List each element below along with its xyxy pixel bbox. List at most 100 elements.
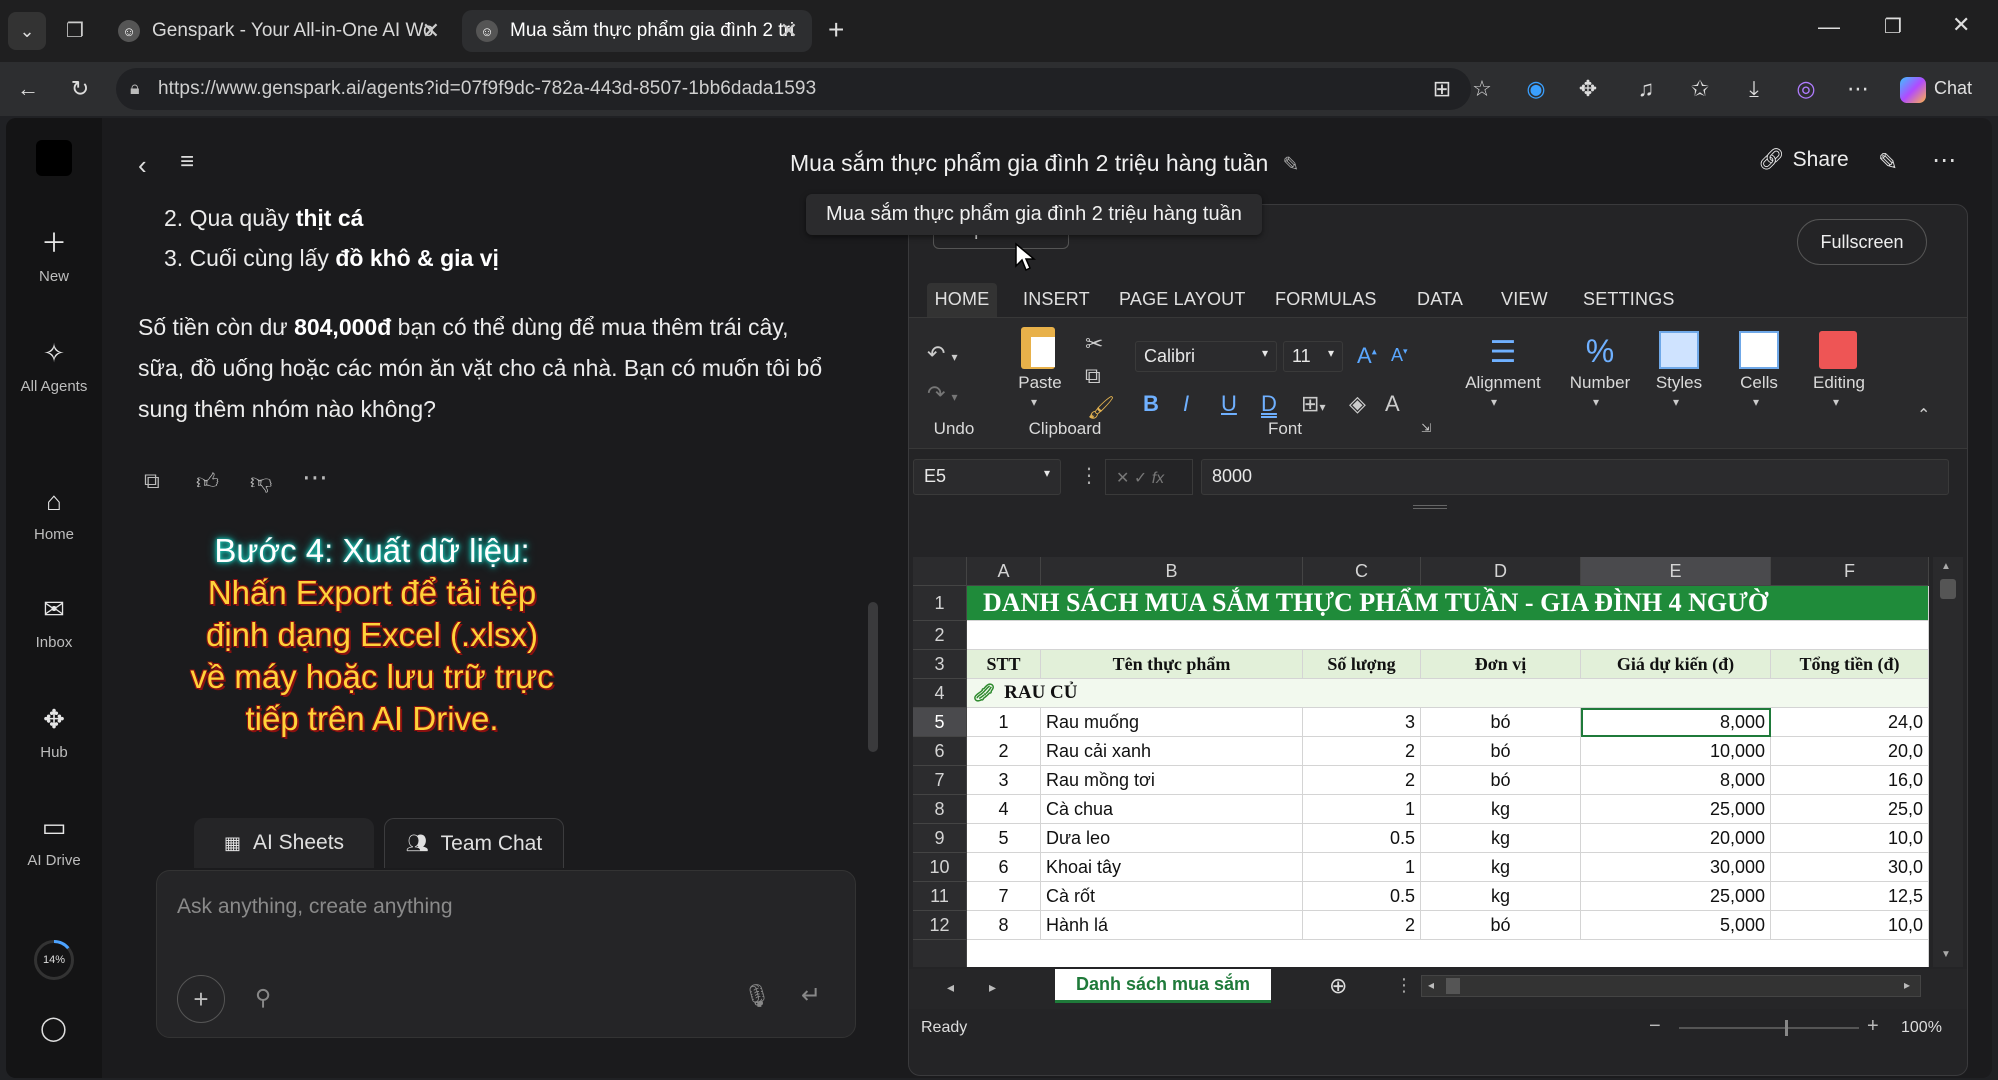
paste-button[interactable]: Paste bbox=[1015, 373, 1065, 393]
table-cell[interactable]: Rau muống bbox=[1041, 708, 1303, 737]
number-button[interactable]: Number bbox=[1563, 373, 1637, 393]
menu-icon[interactable]: ≡ bbox=[180, 148, 194, 176]
rail-item-home[interactable]: ⌂ Home bbox=[6, 484, 102, 543]
editing-icon[interactable] bbox=[1819, 331, 1857, 369]
table-cell[interactable]: 30,0 bbox=[1771, 853, 1929, 882]
row-header[interactable]: 10 bbox=[913, 853, 967, 882]
zoom-slider[interactable] bbox=[1679, 1020, 1859, 1036]
ribbon-tab-formulas[interactable]: FORMULAS bbox=[1275, 289, 1377, 310]
paste-icon[interactable] bbox=[1021, 327, 1055, 369]
table-cell[interactable]: 0.5 bbox=[1303, 882, 1421, 911]
percent-icon[interactable]: % bbox=[1563, 333, 1637, 370]
restore-button[interactable]: ❐ bbox=[1884, 14, 1902, 39]
chat-input-placeholder[interactable]: Ask anything, create anything bbox=[177, 895, 453, 919]
table-cell[interactable]: 8,000 bbox=[1581, 766, 1771, 795]
spreadsheet-grid[interactable]: A B C D E F 1 DANH SÁCH MUA SẮM THỰC PHẨ… bbox=[913, 557, 1929, 967]
table-cell[interactable]: 0.5 bbox=[1303, 824, 1421, 853]
increase-font-icon[interactable]: A▴ bbox=[1357, 343, 1377, 369]
tab-shopping[interactable]: ☺ Mua sắm thực phẩm gia đình 2 tri ✕ bbox=[462, 10, 812, 52]
table-cell[interactable]: bó bbox=[1421, 708, 1581, 737]
number-dropdown-icon[interactable]: ▾ bbox=[1593, 395, 1599, 409]
table-cell[interactable]: 25,000 bbox=[1581, 795, 1771, 824]
cells-icon[interactable] bbox=[1739, 331, 1779, 369]
add-sheet-icon[interactable]: ⊕ bbox=[1329, 973, 1347, 999]
styles-dropdown-icon[interactable]: ▾ bbox=[1673, 395, 1679, 409]
close-tab-icon[interactable]: ✕ bbox=[780, 18, 798, 44]
fx-icon[interactable]: ✕ ✓ fx bbox=[1105, 459, 1193, 495]
cells-dropdown-icon[interactable]: ▾ bbox=[1753, 395, 1759, 409]
copy-icon[interactable]: ⧉ bbox=[1085, 363, 1101, 389]
font-dialog-launcher-icon[interactable]: ⇲ bbox=[1421, 421, 1431, 435]
thumbs-up-icon[interactable]: 👍︎ bbox=[196, 468, 219, 495]
table-cell[interactable]: Dưa leo bbox=[1041, 824, 1303, 853]
tools-icon[interactable]: ⚲ bbox=[255, 985, 271, 1011]
tab-ai-sheets[interactable]: ▦ AI Sheets bbox=[194, 818, 374, 868]
account-icon[interactable]: ◯ bbox=[40, 1014, 67, 1043]
zoom-slider-thumb[interactable] bbox=[1785, 1020, 1788, 1036]
scroll-down-icon[interactable]: ▼ bbox=[1941, 949, 1951, 960]
ribbon-tab-data[interactable]: DATA bbox=[1417, 289, 1463, 310]
favorite-star-icon[interactable]: ☆ bbox=[1468, 75, 1496, 103]
double-underline-icon[interactable]: D bbox=[1261, 391, 1277, 417]
copilot-chat-label[interactable]: Chat bbox=[1934, 78, 1972, 99]
col-header[interactable]: F bbox=[1771, 557, 1929, 586]
ribbon-tab-settings[interactable]: SETTINGS bbox=[1583, 289, 1675, 310]
table-cell[interactable]: 30,000 bbox=[1581, 853, 1771, 882]
table-cell[interactable]: Cà rốt bbox=[1041, 882, 1303, 911]
section-cell[interactable]: 🥒︎ RAU CỦ bbox=[967, 679, 1929, 708]
italic-icon[interactable]: I bbox=[1183, 391, 1189, 417]
thumbs-down-icon[interactable]: 👎︎ bbox=[250, 468, 272, 495]
close-tab-icon[interactable]: ✕ bbox=[422, 18, 440, 44]
row-header[interactable]: 6 bbox=[913, 737, 967, 766]
row-header[interactable]: 8 bbox=[913, 795, 967, 824]
cut-icon[interactable]: ✂ bbox=[1085, 331, 1103, 357]
back-icon[interactable]: ← bbox=[14, 75, 42, 103]
microphone-icon[interactable]: 🎙︎ bbox=[743, 983, 771, 1009]
back-chevron-icon[interactable]: ‹ bbox=[138, 150, 147, 181]
close-window-button[interactable]: ✕ bbox=[1952, 12, 1970, 38]
table-cell[interactable]: kg bbox=[1421, 853, 1581, 882]
formula-input[interactable]: 8000 bbox=[1201, 459, 1949, 495]
share-button[interactable]: 🔗︎ Share bbox=[1758, 148, 1849, 172]
table-header-cell[interactable]: Đơn vị bbox=[1421, 650, 1581, 679]
scroll-thumb[interactable] bbox=[1940, 579, 1956, 599]
sheet-title-cell[interactable]: DANH SÁCH MUA SẮM THỰC PHẨM TUẦN - GIA Đ… bbox=[967, 586, 1929, 621]
table-cell[interactable]: 10,0 bbox=[1771, 824, 1929, 853]
tab-team-chat[interactable]: 👥︎ Team Chat bbox=[384, 818, 564, 868]
underline-icon[interactable]: U bbox=[1221, 391, 1237, 417]
alignment-dropdown-icon[interactable]: ▾ bbox=[1491, 395, 1497, 409]
table-cell[interactable]: kg bbox=[1421, 795, 1581, 824]
prev-sheet-icon[interactable]: ◂ bbox=[947, 979, 954, 996]
table-cell[interactable]: 1 bbox=[1303, 853, 1421, 882]
extension-icon[interactable]: ◉ bbox=[1522, 75, 1550, 103]
col-header[interactable]: C bbox=[1303, 557, 1421, 586]
media-icon[interactable]: ♫ bbox=[1632, 75, 1660, 103]
paste-dropdown-icon[interactable]: ▾ bbox=[1031, 395, 1037, 409]
url-field[interactable]: 🔒︎ https://www.genspark.ai/agents?id=07f… bbox=[116, 68, 1471, 110]
row-header[interactable]: 4 bbox=[913, 679, 967, 708]
horizontal-scrollbar[interactable]: ◂ ▸ bbox=[1421, 975, 1921, 997]
fill-color-icon[interactable]: ◈ bbox=[1349, 391, 1366, 417]
row-header[interactable]: 7 bbox=[913, 766, 967, 795]
next-sheet-icon[interactable]: ▸ bbox=[989, 979, 996, 996]
table-cell[interactable]: 7 bbox=[967, 882, 1041, 911]
sheet-options-icon[interactable]: ⋮ bbox=[1395, 975, 1413, 996]
favorites-icon[interactable]: ✩ bbox=[1686, 75, 1714, 103]
alignment-icon[interactable]: ☰ bbox=[1461, 335, 1545, 370]
table-header-cell[interactable]: Tổng tiền (đ) bbox=[1771, 650, 1929, 679]
send-icon[interactable]: ↵ bbox=[801, 981, 821, 1010]
col-header[interactable]: D bbox=[1421, 557, 1581, 586]
more-actions-icon[interactable]: ⋯ bbox=[302, 462, 328, 493]
ribbon-tab-insert[interactable]: INSERT bbox=[1023, 289, 1090, 310]
table-cell[interactable]: 12,5 bbox=[1771, 882, 1929, 911]
row-header[interactable]: 5 bbox=[913, 708, 967, 737]
selected-cell[interactable]: 8,000 bbox=[1581, 708, 1771, 737]
row-header[interactable]: 2 bbox=[913, 621, 967, 650]
table-cell[interactable]: 2 bbox=[1303, 766, 1421, 795]
more-menu-icon[interactable]: ⋯ bbox=[1844, 75, 1872, 103]
select-all-corner[interactable] bbox=[913, 557, 967, 586]
ribbon-tab-home[interactable]: HOME bbox=[927, 283, 997, 317]
document-title[interactable]: Mua sắm thực phẩm gia đình 2 triệu hàng … bbox=[790, 150, 1299, 177]
borders-icon[interactable]: ⊞▾ bbox=[1301, 391, 1325, 417]
add-attachment-button[interactable]: + bbox=[177, 975, 225, 1023]
